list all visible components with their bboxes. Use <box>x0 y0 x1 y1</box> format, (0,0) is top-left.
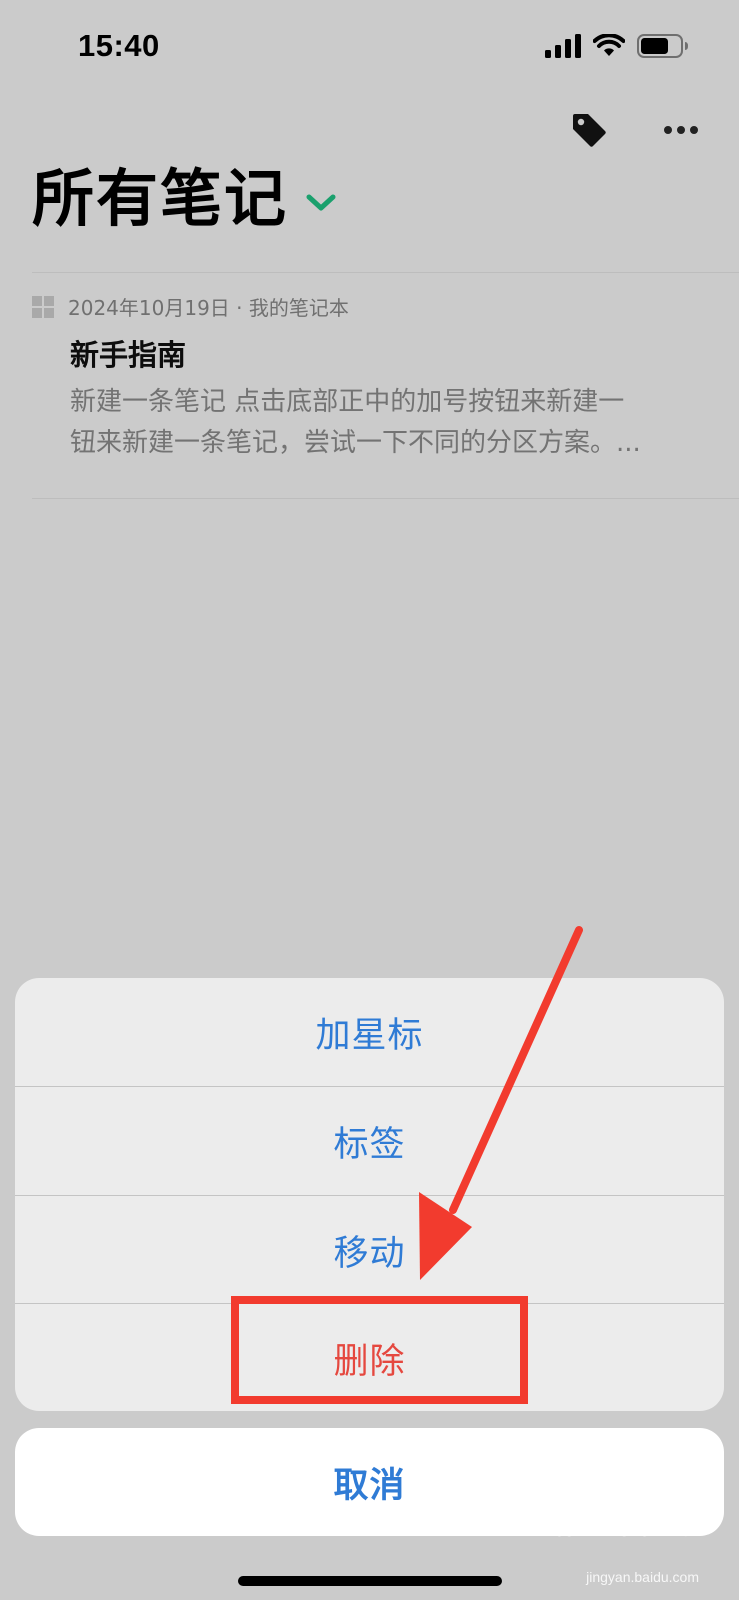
battery-icon <box>637 34 688 58</box>
move-action-button[interactable]: 移动 <box>15 1196 724 1304</box>
home-indicator[interactable] <box>238 1576 502 1586</box>
status-time: 15:40 <box>78 28 160 63</box>
more-button[interactable] <box>659 108 703 152</box>
watermark-sub-text: 经验 <box>661 1514 701 1539</box>
note-grid-icon <box>32 295 54 318</box>
top-toolbar <box>567 108 703 152</box>
tag-action-button[interactable]: 标签 <box>15 1087 724 1195</box>
paw-icon <box>586 1513 611 1536</box>
tag-button[interactable] <box>567 108 611 152</box>
baidu-watermark-logo: Bai du 经验 <box>529 1506 701 1544</box>
page-header: 所有笔记 <box>32 168 336 230</box>
watermark-domain: jingyan.baidu.com <box>586 1569 699 1585</box>
more-icon <box>664 126 698 134</box>
status-icons <box>545 34 689 58</box>
tag-icon <box>573 114 606 147</box>
note-meta: 2024年10月19日 · 我的笔记本 <box>32 292 349 321</box>
note-list-item[interactable]: 2024年10月19日 · 我的笔记本 新手指南 新建一条笔记 点击底部正中的加… <box>32 272 739 498</box>
note-snippet: 新建一条笔记 点击底部正中的加号按钮来新建一 钮来新建一条笔记，尝试一下不同的分… <box>70 382 685 464</box>
note-snippet-line: 新建一条笔记 点击底部正中的加号按钮来新建一 <box>70 387 625 417</box>
watermark-logo-suffix: du <box>616 1506 657 1543</box>
notebook-dropdown-button[interactable] <box>306 193 336 213</box>
page-title: 所有笔记 <box>32 162 289 235</box>
action-sheet: 加星标 标签 移动 删除 <box>15 978 724 1411</box>
watermark-logo-text: Bai <box>529 1506 581 1543</box>
note-meta-text: 2024年10月19日 · 我的笔记本 <box>68 296 349 320</box>
note-title: 新手指南 <box>70 338 187 372</box>
list-divider-bottom <box>32 498 739 499</box>
cellular-signal-icon <box>545 34 581 58</box>
star-action-button[interactable]: 加星标 <box>15 978 724 1086</box>
delete-action-button[interactable]: 删除 <box>15 1304 724 1411</box>
wifi-icon <box>593 34 625 56</box>
chevron-down-icon <box>306 194 336 211</box>
note-snippet-line: 钮来新建一条笔记，尝试一下不同的分区方案。... <box>70 428 641 458</box>
